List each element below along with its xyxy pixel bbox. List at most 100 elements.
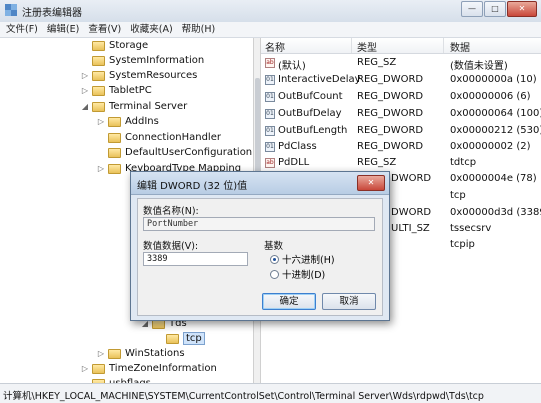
value-row[interactable]: 01 OutBufDelay REG_DWORD 0x00000064 (100… [261, 106, 541, 122]
folder-icon [92, 101, 105, 112]
value-data: tcp [450, 190, 466, 201]
value-type: REG_SZ [357, 157, 397, 168]
tree-item-systeminformation[interactable]: SystemInformation [80, 53, 204, 68]
column-type[interactable]: 类型 [357, 39, 377, 54]
folder-icon [108, 147, 121, 158]
menu-file[interactable]: 文件(F) [6, 22, 38, 37]
tree-item-terminal-server[interactable]: ◢ Terminal Server [80, 99, 187, 114]
tree-item-label: Terminal Server [109, 101, 188, 112]
expander-icon[interactable]: ▷ [80, 71, 90, 80]
value-type: REG_DWORD [357, 74, 424, 85]
value-type: REG_DWORD [357, 141, 424, 152]
value-row[interactable]: 01 InteractiveDelay REG_DWORD 0x0000000a… [261, 72, 541, 88]
tree-item-winstations[interactable]: ▷ WinStations [96, 346, 185, 361]
dialog-title-bar[interactable]: 编辑 DWORD (32 位)值 ✕ [131, 172, 389, 195]
radio-selected-icon[interactable] [270, 254, 279, 264]
tree-item-timezoneinformation[interactable]: ▷ TimeZoneInformation [80, 361, 217, 376]
radio-dec-label: 十进制(D) [282, 270, 326, 281]
folder-icon [108, 163, 121, 174]
regedit-window: 注册表编辑器 — □ ✕ 文件(F) 编辑(E) 查看(V) 收藏夹(A) 帮助… [0, 0, 541, 403]
value-name: InteractiveDelay [278, 74, 361, 85]
column-name[interactable]: 名称 [265, 39, 285, 54]
radio-hexadecimal[interactable]: 十六进制(H) [270, 252, 335, 266]
expander-icon[interactable]: ◢ [80, 102, 90, 111]
menu-view[interactable]: 查看(V) [88, 22, 121, 37]
expander-icon[interactable]: ▷ [80, 86, 90, 95]
string-value-icon: ab [265, 58, 275, 68]
menu-edit[interactable]: 编辑(E) [47, 22, 79, 37]
tree-item-label: TabletPC [109, 85, 152, 96]
folder-icon [108, 348, 121, 359]
maximize-button[interactable]: □ [484, 1, 506, 17]
base-group-label: 基数 [264, 241, 284, 252]
dword-value-icon: 01 [265, 75, 275, 85]
value-row[interactable]: ab (默认) REG_SZ (数值未设置) [261, 55, 541, 72]
window-title: 注册表编辑器 [22, 8, 82, 19]
folder-icon [92, 70, 105, 81]
value-data-label: 数值数据(V): [143, 241, 199, 252]
tree-item-tabletpc[interactable]: ▷ TabletPC [80, 83, 152, 98]
value-row[interactable]: 01 PdClass REG_DWORD 0x00000002 (2) [261, 139, 541, 155]
expander-icon[interactable]: ▷ [96, 164, 106, 173]
tree-item-label: AddIns [125, 116, 159, 127]
value-name-label: 数值名称(N): [143, 206, 199, 217]
expander-icon[interactable]: ▷ [96, 117, 106, 126]
close-button[interactable]: ✕ [507, 1, 537, 17]
cancel-button[interactable]: 取消 [322, 293, 376, 310]
folder-icon [108, 132, 121, 143]
tree-item-tcp[interactable]: tcp [154, 331, 205, 346]
value-type: REG_DWORD [357, 108, 424, 119]
folder-icon [108, 116, 121, 127]
value-name-field: PortNumber [143, 217, 375, 231]
title-bar: 注册表编辑器 — □ ✕ [0, 0, 541, 23]
folder-icon [92, 55, 105, 66]
value-data: tcpip [450, 239, 475, 250]
radio-hex-label: 十六进制(H) [282, 255, 335, 266]
dword-value-icon: 01 [265, 92, 275, 102]
value-data: (数值未设置) [450, 61, 508, 72]
folder-icon [92, 363, 105, 374]
value-row[interactable]: 01 OutBufLength REG_DWORD 0x00000212 (53… [261, 123, 541, 139]
tree-item-connectionhandler[interactable]: ConnectionHandler [96, 130, 221, 145]
value-data: 0x00000d3d (3389) [450, 207, 541, 218]
expander-icon[interactable]: ▷ [96, 349, 106, 358]
folder-icon [166, 333, 179, 344]
string-value-icon: ab [265, 158, 275, 168]
menu-favorites[interactable]: 收藏夹(A) [130, 22, 172, 37]
folder-icon [92, 85, 105, 96]
radio-unselected-icon[interactable] [270, 269, 279, 279]
value-name: (默认) [278, 61, 306, 72]
tree-item-addins[interactable]: ▷ AddIns [96, 114, 159, 129]
dialog-close-button[interactable]: ✕ [357, 175, 385, 191]
value-name: OutBufCount [278, 91, 343, 102]
status-bar: 计算机\HKEY_LOCAL_MACHINE\SYSTEM\CurrentCon… [0, 383, 541, 403]
value-name: OutBufLength [278, 125, 348, 136]
tree-item-label: Storage [109, 40, 149, 51]
registry-path: 计算机\HKEY_LOCAL_MACHINE\SYSTEM\CurrentCon… [3, 391, 484, 402]
column-separator[interactable] [351, 38, 352, 53]
tree-item-label: DefaultUserConfiguration [125, 147, 253, 158]
ok-button[interactable]: 确定 [262, 293, 316, 310]
regedit-app-icon [5, 4, 17, 16]
value-data: 0x00000002 (2) [450, 141, 531, 152]
expander-icon[interactable]: ▷ [80, 364, 90, 373]
menu-help[interactable]: 帮助(H) [182, 22, 216, 37]
tree-item-label: SystemInformation [109, 55, 205, 66]
column-data[interactable]: 数据 [450, 39, 470, 54]
tree-item-label: tcp [183, 332, 205, 345]
column-separator[interactable] [443, 38, 444, 53]
tree-item-storage[interactable]: Storage [80, 38, 148, 53]
value-type: DWORD [391, 173, 432, 184]
dword-value-icon: 01 [265, 109, 275, 119]
value-data-field[interactable]: 3389 [143, 252, 248, 266]
dialog-title: 编辑 DWORD (32 位)值 [137, 181, 248, 192]
value-data: tdtcp [450, 157, 477, 168]
tree-item-systemresources[interactable]: ▷ SystemResources [80, 68, 197, 83]
tree-item-usbflags[interactable]: usbflags [80, 376, 151, 383]
value-type: DWORD [391, 207, 432, 218]
tree-item-defaultuserconfiguration[interactable]: DefaultUserConfiguration [96, 145, 252, 160]
minimize-button[interactable]: — [461, 1, 483, 17]
value-row[interactable]: ab PdDLL REG_SZ tdtcp [261, 155, 541, 171]
radio-decimal[interactable]: 十进制(D) [270, 267, 325, 281]
value-row[interactable]: 01 OutBufCount REG_DWORD 0x00000006 (6) [261, 89, 541, 105]
